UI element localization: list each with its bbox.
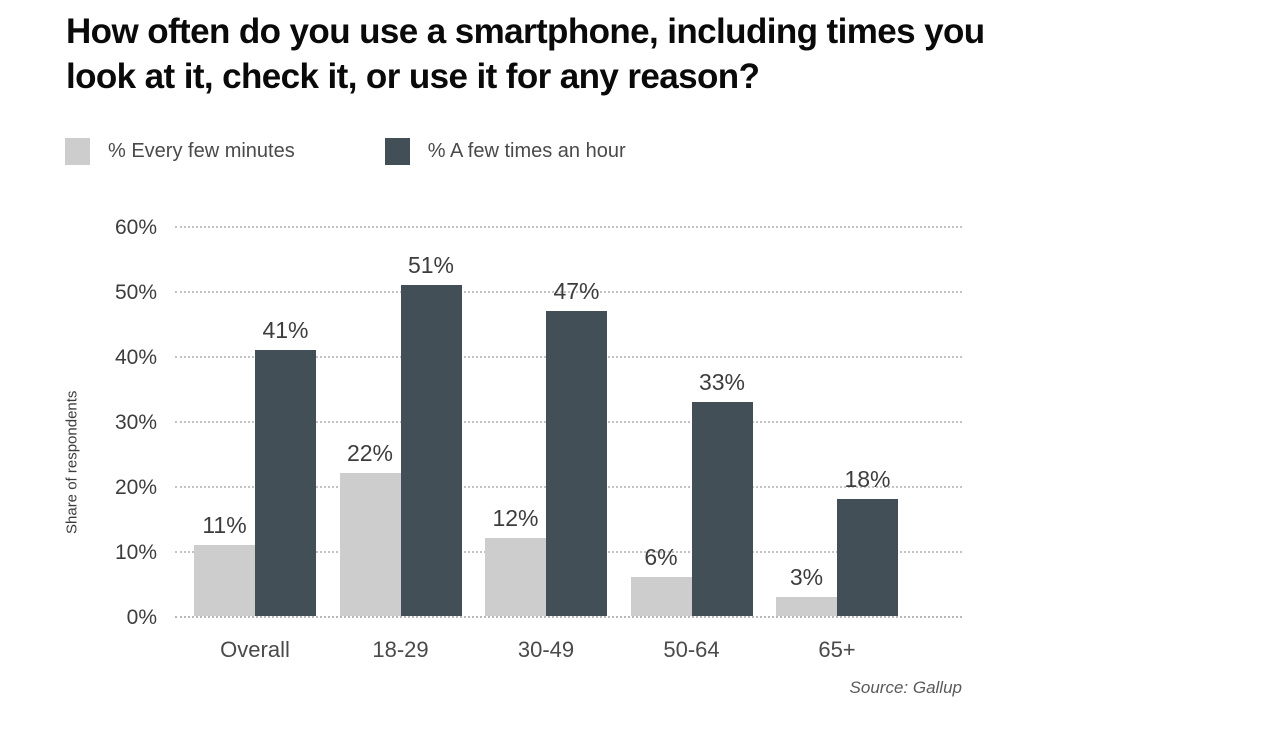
bar-value-label: 12% — [492, 505, 539, 531]
y-tick-label-50: 50% — [114, 280, 157, 304]
bar[interactable]: 11% — [194, 512, 255, 616]
x-tick-label-50-64: 50-64 — [663, 637, 720, 662]
bar-group: 6% 33% 50-64 — [630, 226, 753, 662]
bar-group: 3% 18% 65+ — [776, 226, 898, 662]
x-tick-label-18-29: 18-29 — [372, 637, 429, 662]
y-tick-label-0: 0% — [126, 606, 157, 629]
bar-value-label: 6% — [644, 544, 678, 570]
bar[interactable]: 22% — [339, 440, 401, 616]
plot-area: 0% 10% 20% 30% 40% 50% 60% 11% 41% Overall 22% 51%… — [115, 216, 962, 697]
bar[interactable]: 18% — [837, 466, 898, 616]
bar-value-label: 33% — [698, 368, 746, 395]
bar-value-label: 3% — [789, 563, 824, 590]
legend-label-every-few-minutes: % Every few minutes — [108, 140, 295, 162]
bar-value-label: 51% — [407, 251, 455, 278]
bar[interactable]: 51% — [400, 252, 462, 616]
legend-item-few-times-an-hour[interactable]: % A few times an hour — [384, 138, 626, 165]
y-tick-label-60: 60% — [114, 216, 157, 239]
bar-value-label: 11% — [202, 511, 247, 538]
legend-swatch-few-times-an-hour — [384, 138, 410, 165]
bar-value-label: 22% — [346, 440, 394, 466]
bar[interactable]: 12% — [485, 505, 546, 616]
y-tick-label-10: 10% — [114, 541, 157, 564]
x-tick-label-30-49: 30-49 — [517, 637, 575, 662]
y-tick-label-20: 20% — [114, 475, 157, 499]
bar[interactable]: 41% — [255, 317, 316, 616]
gridline-0: 0% — [127, 606, 962, 629]
x-tick-label-65+: 65+ — [818, 637, 856, 662]
bar[interactable]: 33% — [691, 369, 753, 616]
chart-legend: % Every few minutes % A few times an hou… — [65, 138, 626, 165]
y-tick-label-40: 40% — [114, 345, 157, 369]
source-note: Source: Gallup — [849, 678, 962, 697]
bar-group: 12% 47% 30-49 — [485, 226, 607, 662]
y-tick-label-30: 30% — [114, 411, 157, 434]
x-tick-label-Overall: Overall — [220, 637, 290, 662]
bar-value-label: 47% — [553, 277, 600, 304]
bar[interactable]: 3% — [776, 564, 837, 616]
page-title: How often do you use a smartphone, inclu… — [66, 12, 985, 96]
bar-group: 22% 51% 18-29 — [339, 226, 462, 662]
bar-value-label: 18% — [844, 466, 891, 492]
legend-item-every-few-minutes[interactable]: % Every few minutes — [65, 138, 295, 165]
bar-value-label: 41% — [262, 316, 309, 343]
bar[interactable]: 6% — [630, 544, 692, 616]
bar-group: 11% 41% Overall — [194, 226, 316, 662]
bar[interactable]: 47% — [546, 278, 607, 616]
legend-label-few-times-an-hour: % A few times an hour — [427, 140, 626, 162]
y-axis-title: Share of respondents — [63, 390, 81, 534]
legend-swatch-every-few-minutes — [65, 138, 90, 165]
